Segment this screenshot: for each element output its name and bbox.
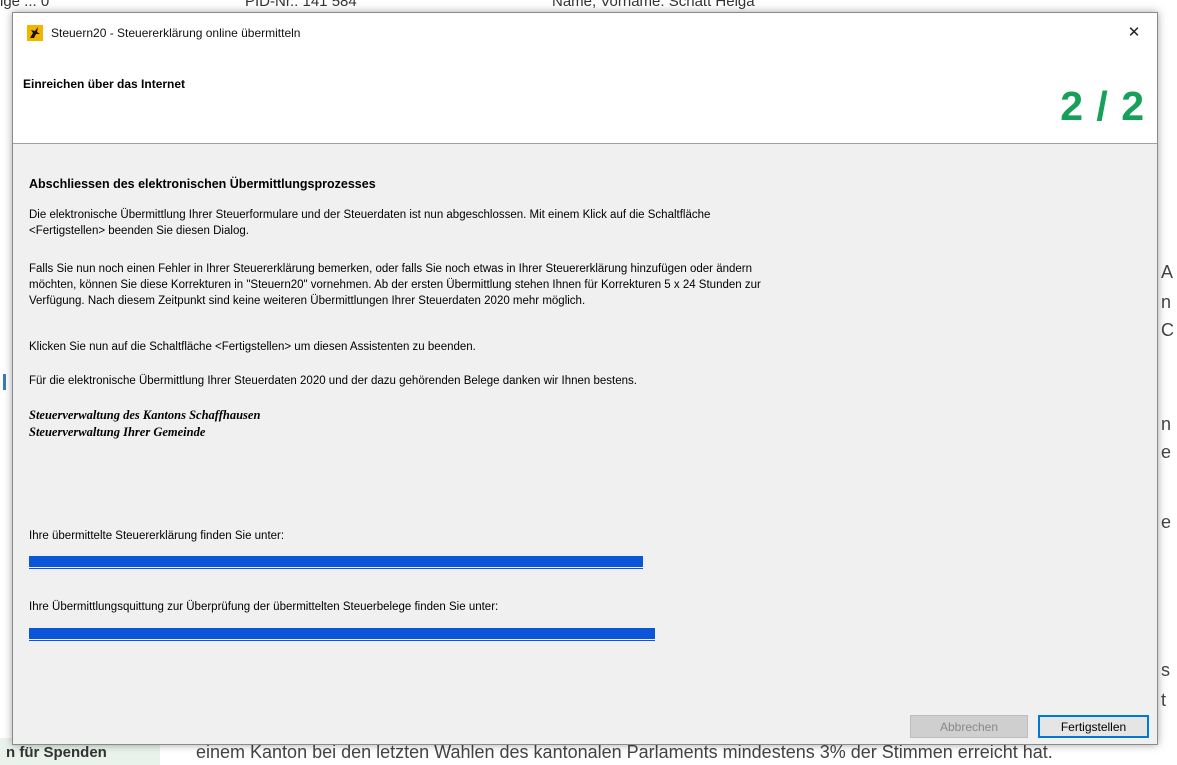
close-button[interactable]: ✕ — [1111, 13, 1157, 51]
finish-button[interactable]: Fertigstellen — [1038, 715, 1149, 738]
background-fragment: s — [1161, 660, 1170, 680]
background-text: einem Kanton bei den letzten Wahlen des … — [196, 742, 1053, 762]
background-fragment: n — [1161, 292, 1172, 312]
window-title: Steuern20 - Steuererklärung online überm… — [51, 26, 301, 40]
receipt-file-link[interactable] — [29, 628, 655, 641]
background-tile-label: n für Spenden — [6, 744, 107, 761]
section-heading: Abschliessen des elektronischen Übermitt… — [29, 177, 376, 191]
link-underline — [29, 640, 655, 641]
background-fragment: e — [1161, 512, 1172, 532]
link-underline — [29, 568, 643, 569]
background-fragment: e — [1161, 442, 1172, 462]
text-line: Falls Sie nun noch einen Fehler in Ihrer… — [29, 263, 753, 275]
tax-return-file-link[interactable] — [29, 556, 643, 569]
signature-line: Steuerverwaltung Ihrer Gemeinde — [29, 425, 206, 439]
submission-dialog: Steuern20 - Steuererklärung online überm… — [12, 12, 1158, 745]
paragraph-thanks: Für die elektronische Übermittlung Ihrer… — [29, 375, 637, 387]
background-fragment: PID-Nr.: 141 584 — [245, 0, 357, 10]
background-fragment: ige ... 0 — [0, 0, 50, 10]
background-app-right-edge: A n C n e e s t — [1158, 0, 1177, 765]
paragraph-instruction: Klicken Sie nun auf die Schaltfläche <Fe… — [29, 341, 476, 353]
link1-label: Ihre übermittelte Steuererklärung finden… — [29, 530, 285, 542]
link2-label: Ihre Übermittlungsquittung zur Überprüfu… — [29, 601, 499, 613]
background-fragment: Name, Vorname: Schatt Helga — [552, 0, 755, 10]
background-fragment: t — [1161, 690, 1167, 710]
signature-line: Steuerverwaltung des Kantons Schaffhause… — [29, 408, 261, 422]
background-app-left-edge — [0, 14, 12, 738]
text-line: möchten, können Sie diese Korrekturen in… — [29, 279, 761, 291]
background-fragment: n — [1161, 414, 1172, 434]
background-fragment: C — [1161, 320, 1174, 340]
steuern-app-icon — [27, 25, 43, 41]
signature: Steuerverwaltung des Kantons Schaffhause… — [29, 407, 260, 441]
background-accent — [3, 374, 6, 390]
wizard-header: Einreichen über das Internet 2 / 2 — [13, 53, 1157, 144]
text-line: Die elektronische Übermittlung Ihrer Ste… — [29, 209, 711, 221]
title-bar: Steuern20 - Steuererklärung online überm… — [13, 13, 1157, 53]
text-line: <Fertigstellen> beenden Sie diesen Dialo… — [29, 225, 249, 237]
text-line: Verfügung. Nach diesem Zeitpunkt sind ke… — [29, 295, 586, 307]
cancel-button[interactable]: Abbrechen — [910, 715, 1028, 738]
wizard-step-title: Einreichen über das Internet — [23, 77, 186, 91]
paragraph-completion: Die elektronische Übermittlung Ihrer Ste… — [29, 207, 1029, 239]
background-fragment: A — [1161, 262, 1174, 282]
close-icon: ✕ — [1127, 23, 1141, 41]
step-counter: 2 / 2 — [1060, 83, 1145, 129]
paragraph-corrections: Falls Sie nun noch einen Fehler in Ihrer… — [29, 261, 1029, 309]
